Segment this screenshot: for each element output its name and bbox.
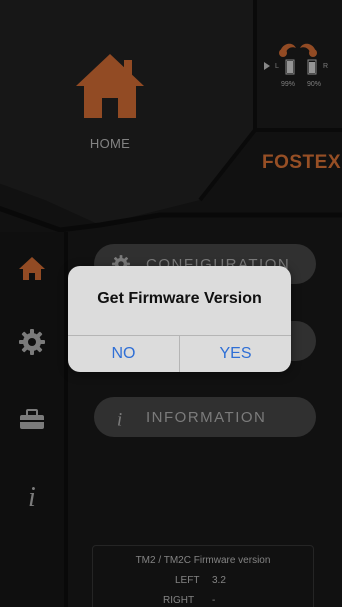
app-screen: HOME L R 99% 90% FOSTEX i CONFIGURATION …: [0, 0, 342, 607]
dialog-yes-button[interactable]: YES: [180, 336, 291, 372]
dialog-no-button[interactable]: NO: [68, 336, 179, 372]
dialog-title: Get Firmware Version: [97, 290, 262, 307]
firmware-dialog: Get Firmware Version NO YES: [68, 266, 291, 372]
